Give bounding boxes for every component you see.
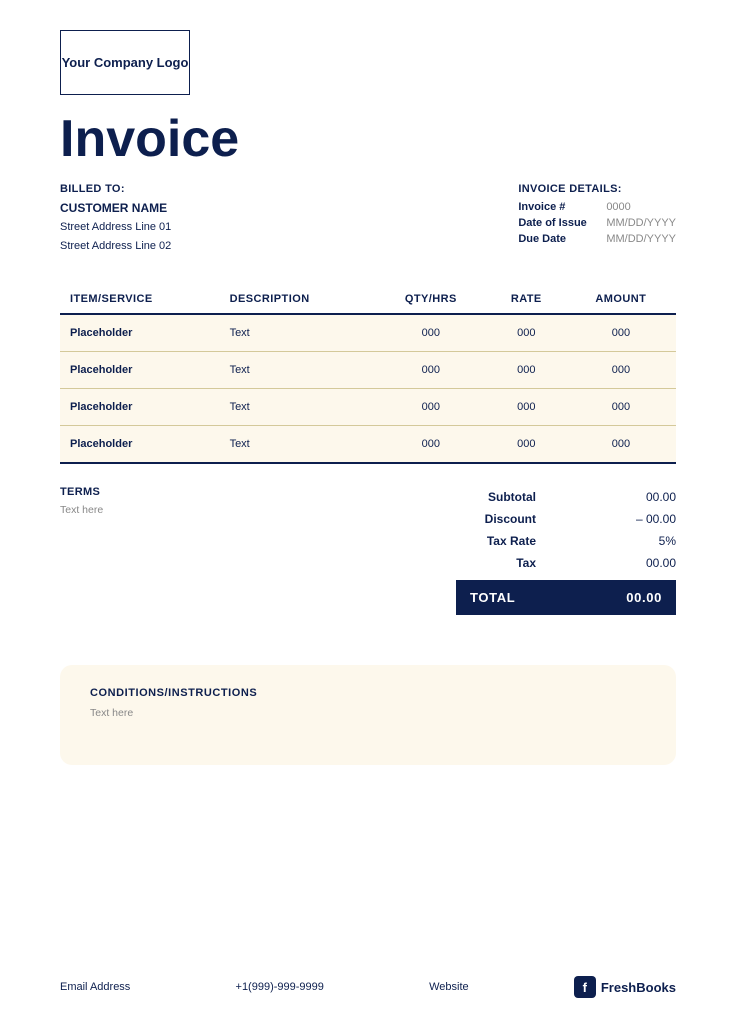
td-amount-2: 000 (566, 389, 676, 426)
conditions-text: Text here (90, 707, 646, 719)
td-qty-0: 000 (375, 314, 487, 352)
conditions-box: CONDITIONS/INSTRUCTIONS Text here (60, 665, 676, 765)
terms-text: Text here (60, 504, 426, 516)
col-qty: QTY/HRS (375, 285, 487, 314)
td-amount-1: 000 (566, 352, 676, 389)
bottom-section: TERMS Text here Subtotal 00.00 Discount … (60, 476, 676, 615)
td-rate-1: 000 (487, 352, 566, 389)
footer: Email Address +1(999)-999-9999 Website f… (60, 948, 676, 1004)
footer-email: Email Address (60, 981, 130, 993)
date-of-issue-key: Date of Issue (518, 217, 598, 229)
col-rate: RATE (487, 285, 566, 314)
company-logo: Your Company Logo (60, 30, 190, 95)
freshbooks-icon: f (574, 976, 596, 998)
subtotal-value: 00.00 (616, 490, 676, 504)
td-item-0: Placeholder (60, 314, 220, 352)
subtotal-label: Subtotal (456, 490, 536, 504)
td-item-1: Placeholder (60, 352, 220, 389)
tax-row: Tax 00.00 (456, 552, 676, 574)
td-qty-1: 000 (375, 352, 487, 389)
table-row: Placeholder Text 000 000 000 (60, 352, 676, 389)
total-bar: TOTAL 00.00 (456, 580, 676, 615)
logo-text: Your Company Logo (62, 55, 189, 70)
customer-name: CUSTOMER NAME (60, 201, 171, 215)
date-of-issue-val: MM/DD/YYYY (606, 217, 676, 229)
taxrate-value: 5% (616, 534, 676, 548)
td-rate-3: 000 (487, 426, 566, 464)
td-item-2: Placeholder (60, 389, 220, 426)
td-desc-1: Text (220, 352, 375, 389)
td-rate-2: 000 (487, 389, 566, 426)
subtotal-row: Subtotal 00.00 (456, 486, 676, 508)
tax-label: Tax (456, 556, 536, 570)
col-amount: AMOUNT (566, 285, 676, 314)
due-date-key: Due Date (518, 233, 598, 245)
table-row: Placeholder Text 000 000 000 (60, 426, 676, 464)
footer-phone: +1(999)-999-9999 (236, 981, 324, 993)
date-of-issue-row: Date of Issue MM/DD/YYYY (518, 217, 676, 229)
address-line-1: Street Address Line 01 (60, 218, 171, 237)
col-item: ITEM/SERVICE (60, 285, 220, 314)
invoice-title: Invoice (60, 113, 676, 165)
table-row: Placeholder Text 000 000 000 (60, 389, 676, 426)
td-item-3: Placeholder (60, 426, 220, 464)
taxrate-row: Tax Rate 5% (456, 530, 676, 552)
discount-value: – 00.00 (616, 512, 676, 526)
freshbooks-brand: f FreshBooks (574, 976, 676, 998)
footer-website: Website (429, 981, 469, 993)
invoice-details-section: INVOICE DETAILS: Invoice # 0000 Date of … (518, 183, 676, 255)
address-line-2: Street Address Line 02 (60, 237, 171, 256)
due-date-val: MM/DD/YYYY (606, 233, 676, 245)
invoice-details-label: INVOICE DETAILS: (518, 183, 676, 195)
invoice-number-row: Invoice # 0000 (518, 201, 676, 213)
terms-section: TERMS Text here (60, 486, 456, 615)
items-table: ITEM/SERVICE DESCRIPTION QTY/HRS RATE AM… (60, 285, 676, 464)
td-qty-2: 000 (375, 389, 487, 426)
freshbooks-label: FreshBooks (601, 980, 676, 995)
tax-value: 00.00 (616, 556, 676, 570)
due-date-row: Due Date MM/DD/YYYY (518, 233, 676, 245)
invoice-number-val: 0000 (606, 201, 630, 213)
td-amount-3: 000 (566, 426, 676, 464)
td-desc-3: Text (220, 426, 375, 464)
total-value: 00.00 (626, 590, 662, 605)
total-label: TOTAL (470, 590, 515, 605)
billed-to-section: BILLED TO: CUSTOMER NAME Street Address … (60, 183, 171, 255)
table-row: Placeholder Text 000 000 000 (60, 314, 676, 352)
totals-section: Subtotal 00.00 Discount – 00.00 Tax Rate… (456, 486, 676, 615)
td-qty-3: 000 (375, 426, 487, 464)
conditions-label: CONDITIONS/INSTRUCTIONS (90, 687, 646, 699)
td-amount-0: 000 (566, 314, 676, 352)
discount-label: Discount (456, 512, 536, 526)
td-desc-2: Text (220, 389, 375, 426)
billed-to-label: BILLED TO: (60, 183, 171, 195)
taxrate-label: Tax Rate (456, 534, 536, 548)
billing-details-row: BILLED TO: CUSTOMER NAME Street Address … (60, 183, 676, 255)
invoice-number-key: Invoice # (518, 201, 598, 213)
col-desc: DESCRIPTION (220, 285, 375, 314)
discount-row: Discount – 00.00 (456, 508, 676, 530)
td-rate-0: 000 (487, 314, 566, 352)
terms-label: TERMS (60, 486, 426, 498)
td-desc-0: Text (220, 314, 375, 352)
